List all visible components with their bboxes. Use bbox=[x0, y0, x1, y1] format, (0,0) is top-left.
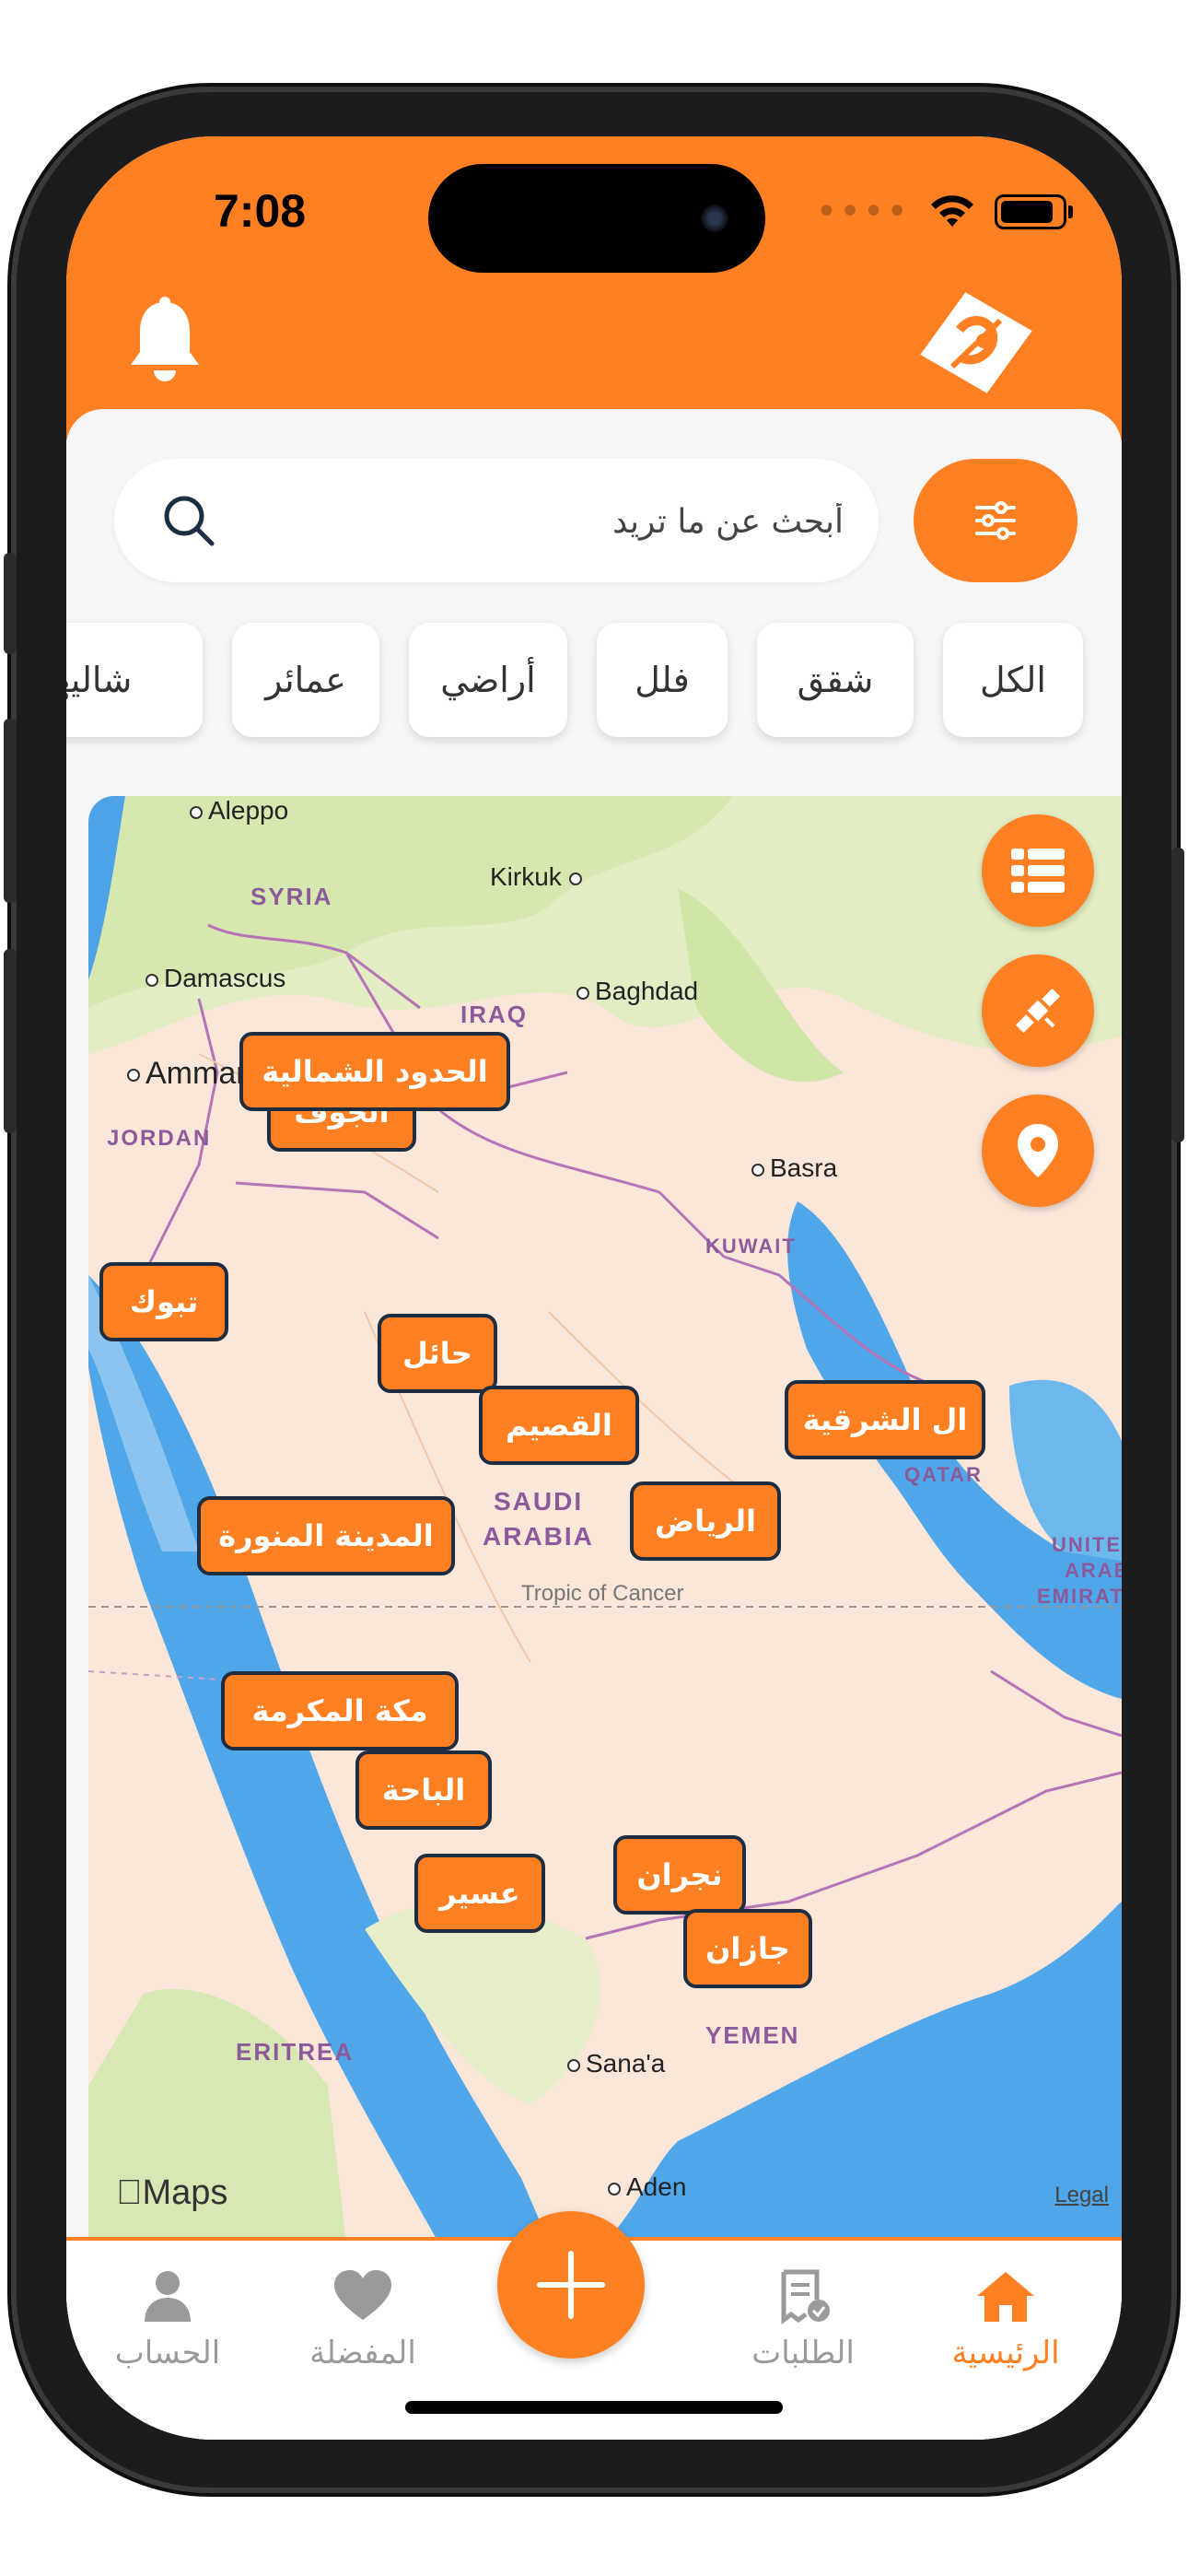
tab-label: الرئيسية bbox=[951, 2335, 1060, 2371]
region-marker-qassim[interactable]: القصيم bbox=[479, 1386, 639, 1465]
city-label: Sana'a bbox=[567, 2049, 665, 2078]
tab-home[interactable]: الرئيسية bbox=[914, 2268, 1098, 2371]
satellite-icon bbox=[1015, 988, 1061, 1034]
volume-down-button bbox=[4, 949, 17, 1133]
list-icon bbox=[1011, 849, 1065, 893]
chip-villas[interactable]: فلل bbox=[597, 623, 728, 737]
volume-up-button bbox=[4, 719, 17, 903]
country-label: SYRIA bbox=[250, 883, 333, 910]
legal-link[interactable]: Legal bbox=[1054, 2183, 1109, 2208]
location-pin-icon bbox=[1018, 1124, 1058, 1177]
bell-icon[interactable] bbox=[123, 295, 206, 387]
dynamic-island bbox=[428, 164, 765, 273]
tab-orders[interactable]: الطلبات bbox=[711, 2268, 895, 2371]
search-input[interactable] bbox=[234, 459, 845, 584]
app-logo-icon bbox=[920, 292, 1032, 393]
city-label: Amman bbox=[127, 1056, 253, 1092]
search-bar[interactable] bbox=[114, 459, 879, 584]
region-marker-hail[interactable]: حائل bbox=[378, 1314, 497, 1393]
country-label: EMIRAT bbox=[1037, 1585, 1122, 1608]
satellite-view-button[interactable] bbox=[982, 954, 1094, 1067]
country-label: KUWAIT bbox=[705, 1235, 797, 1258]
region-marker-northern-borders[interactable]: الحدود الشمالية bbox=[239, 1032, 510, 1111]
status-indicators: •••• bbox=[815, 191, 1073, 233]
region-marker-albaha[interactable]: الباحة bbox=[355, 1751, 492, 1830]
add-listing-button[interactable] bbox=[497, 2211, 645, 2359]
region-marker-tabuk[interactable]: تبوك bbox=[99, 1262, 228, 1341]
region-marker-makkah[interactable]: مكة المكرمة bbox=[221, 1671, 459, 1751]
power-button bbox=[1171, 848, 1184, 1142]
region-marker-najran[interactable]: نجران bbox=[613, 1835, 746, 1914]
tab-label: المفضلة bbox=[309, 2335, 416, 2371]
tropic-label: Tropic of Cancer bbox=[521, 1581, 684, 1606]
home-icon bbox=[977, 2272, 1034, 2322]
chip-chalets[interactable]: شاليهات bbox=[66, 623, 203, 737]
city-label: Aleppo bbox=[190, 796, 288, 825]
screen: 7:08 •••• أبحث عن ما تريد الكل شقق فلل أ… bbox=[66, 136, 1122, 2440]
tab-favorites[interactable]: المفضلة bbox=[271, 2268, 455, 2371]
chip-apartments[interactable]: شقق bbox=[757, 623, 914, 737]
region-marker-riyadh[interactable]: الرياض bbox=[630, 1481, 781, 1561]
chip-buildings[interactable]: عمائر bbox=[232, 623, 379, 737]
content-panel: الكل شقق فلل أراضي عمائر شاليهات bbox=[66, 409, 1122, 2440]
sliders-icon bbox=[975, 501, 1016, 540]
region-marker-jazan[interactable]: جازان bbox=[683, 1909, 812, 1988]
filter-button[interactable] bbox=[914, 459, 1077, 582]
city-label: Baghdad bbox=[577, 977, 698, 1006]
country-label: JORDAN bbox=[107, 1126, 212, 1151]
home-indicator[interactable] bbox=[405, 2401, 783, 2414]
region-marker-madinah[interactable]: المدينة المنورة bbox=[197, 1496, 455, 1575]
country-label: YEMEN bbox=[705, 2021, 800, 2049]
chip-all[interactable]: الكل bbox=[943, 623, 1083, 737]
country-label: ARAB bbox=[1065, 1559, 1122, 1582]
signal-icon: •••• bbox=[815, 191, 910, 233]
search-icon[interactable] bbox=[158, 490, 219, 551]
chip-lands[interactable]: أراضي bbox=[409, 623, 567, 737]
category-chips: الكل شقق فلل أراضي عمائر شاليهات bbox=[66, 623, 1122, 743]
my-location-button[interactable] bbox=[982, 1095, 1094, 1207]
tab-label: الحساب bbox=[114, 2335, 221, 2371]
tab-account[interactable]: الحساب bbox=[76, 2268, 260, 2371]
country-label: SAUDI bbox=[494, 1487, 584, 1516]
region-marker-eastern[interactable]: ال الشرقية bbox=[785, 1380, 985, 1459]
orders-receipt-icon bbox=[781, 2269, 830, 2324]
tab-label: الطلبات bbox=[751, 2335, 855, 2371]
camera-icon bbox=[701, 205, 728, 232]
plus-icon bbox=[537, 2251, 605, 2319]
mute-switch bbox=[4, 553, 17, 654]
wifi-icon bbox=[931, 195, 973, 227]
city-label: Kirkuk bbox=[490, 862, 588, 892]
city-label: Damascus bbox=[146, 964, 285, 993]
country-label: QATAR bbox=[904, 1463, 983, 1486]
city-label: Basra bbox=[751, 1153, 837, 1183]
battery-icon bbox=[995, 194, 1073, 229]
map-view[interactable]: Aleppo Kirkuk Damascus Baghdad Amman Bas… bbox=[88, 796, 1122, 2242]
country-label: ERITREA bbox=[236, 2038, 355, 2066]
heart-icon bbox=[334, 2270, 391, 2320]
person-icon bbox=[145, 2271, 191, 2322]
list-view-button[interactable] bbox=[982, 814, 1094, 927]
country-label: UNITE bbox=[1052, 1533, 1122, 1556]
city-label: Aden bbox=[608, 2172, 686, 2202]
status-time: 7:08 bbox=[214, 185, 307, 237]
maps-credit: Maps bbox=[116, 2173, 227, 2212]
region-marker-asir[interactable]: عسير bbox=[414, 1854, 545, 1933]
country-label: IRAQ bbox=[460, 1001, 528, 1028]
country-label: ARABIA bbox=[483, 1522, 594, 1551]
